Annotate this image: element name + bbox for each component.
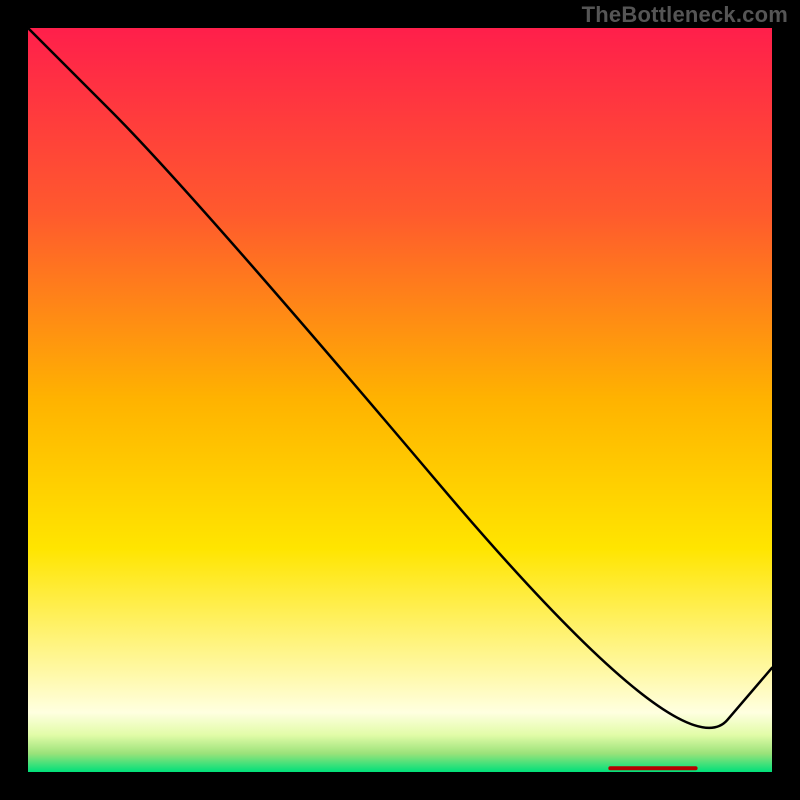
bottleneck-plot — [0, 0, 800, 800]
chart-container: TheBottleneck.com — [0, 0, 800, 800]
optimal-range-marker — [608, 766, 697, 770]
